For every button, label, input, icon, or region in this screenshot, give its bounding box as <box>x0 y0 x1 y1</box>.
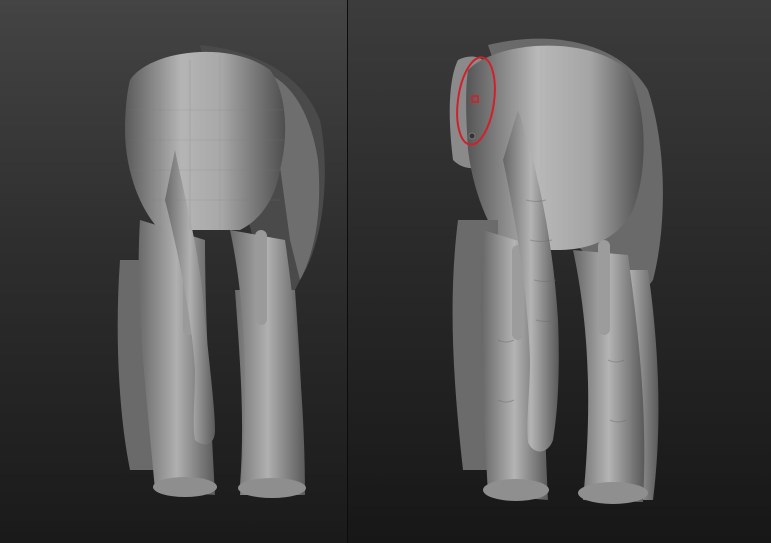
head <box>125 51 286 231</box>
tusk-right <box>255 230 267 325</box>
foot-front-left <box>153 477 217 497</box>
brush-pivot-icon <box>468 132 476 140</box>
sculpt-comparison <box>0 0 771 543</box>
viewport-left[interactable] <box>0 0 347 543</box>
foot-front-right <box>238 478 306 498</box>
head <box>466 45 644 250</box>
elephant-model-lowres <box>117 45 325 498</box>
tusk-right <box>598 240 610 335</box>
viewport-right[interactable] <box>348 0 771 543</box>
foot-front-left <box>483 479 549 501</box>
elephant-model-sculpted <box>449 38 663 504</box>
foot-front-right <box>578 482 648 504</box>
